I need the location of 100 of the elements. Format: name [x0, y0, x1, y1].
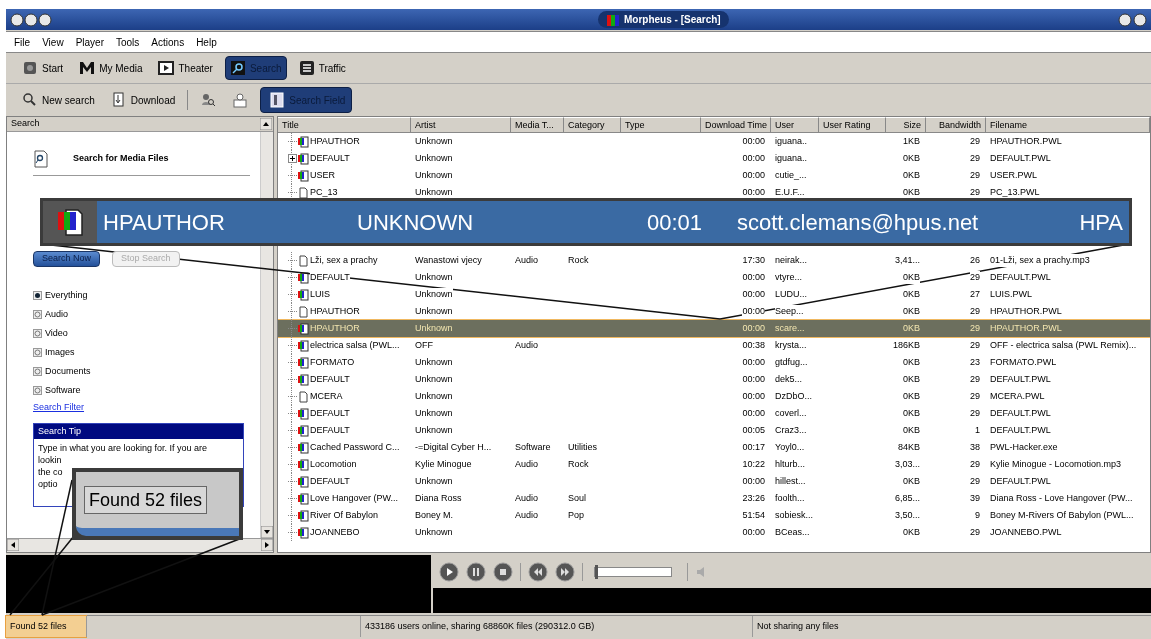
media-file-icon	[297, 509, 309, 522]
table-row[interactable]: HPAUTHOR Unknown 00:00 scare... 0KB 29 HPAUTHOR.PWL	[278, 320, 1150, 337]
column-header[interactable]: Bandwidth	[926, 117, 986, 133]
radio-button[interactable]	[33, 329, 42, 338]
radio-label[interactable]: Software	[45, 383, 81, 398]
media-file-icon	[297, 407, 309, 420]
table-cell: Love Hangover (PW...	[310, 491, 399, 506]
table-cell: cutie_...	[775, 168, 807, 183]
callout-text: HPAUTHOR	[102, 208, 226, 237]
table-cell: Wanastowi vjecy	[415, 253, 482, 268]
table-cell: gtdfug...	[775, 355, 808, 370]
media-file-icon	[297, 152, 309, 165]
callout-text: scott.clemans@hpus.net	[737, 208, 980, 237]
search-icon	[229, 60, 246, 76]
play-button[interactable]	[439, 561, 459, 582]
table-cell: electrica salsa (PWL...	[310, 338, 400, 353]
media-file-icon	[297, 322, 309, 335]
menu-item[interactable]: File	[14, 34, 31, 50]
tip-text: lookin	[38, 453, 63, 466]
table-cell: iguana..	[775, 151, 808, 166]
letter-icon	[79, 60, 96, 76]
pause-button[interactable]	[466, 561, 486, 582]
search-document-icon	[33, 149, 49, 168]
media-file-icon	[297, 373, 309, 386]
media-file-icon	[297, 458, 309, 471]
media-file-icon	[56, 207, 84, 237]
table-cell: OFF - electrica salsa (PWL Remix)...	[990, 338, 1137, 353]
menu-item[interactable]: Help	[196, 34, 217, 50]
table-cell: Yoyl0...	[775, 440, 805, 455]
media-file-icon	[297, 356, 309, 369]
table-cell: Seep...	[775, 304, 804, 319]
column-header[interactable]: User	[771, 117, 819, 133]
status-text: Not sharing any files	[756, 620, 840, 633]
user-search-icon	[200, 92, 217, 108]
column-header[interactable]: Filename	[986, 117, 1150, 133]
radio-button[interactable]	[33, 291, 42, 300]
table-cell: River Of Babylon	[310, 508, 379, 523]
previous-button[interactable]	[528, 561, 548, 582]
toolbar-button[interactable]: Traffic	[294, 56, 350, 80]
magnifier-icon	[22, 92, 38, 108]
toolbar-button[interactable]: My Media	[75, 56, 147, 80]
media-file-icon	[297, 339, 309, 352]
callout-text: 00:01	[647, 208, 704, 237]
lines-icon	[298, 60, 315, 76]
callout-text: HPA	[1078, 208, 1124, 237]
media-file-icon	[297, 288, 309, 301]
radio-label[interactable]: Images	[45, 345, 75, 360]
column-header[interactable]: Title	[278, 117, 411, 133]
user-icon	[232, 92, 249, 108]
column-header[interactable]: Type	[621, 117, 701, 133]
column-header[interactable]: User Rating	[819, 117, 886, 133]
media-file-icon	[297, 441, 309, 454]
search-filter-link[interactable]: Search Filter	[33, 401, 250, 415]
tip-title: Search Tip	[34, 423, 243, 439]
table-cell: Boney M-Rivers Of Babylon (PWL...	[990, 508, 1134, 523]
column-header[interactable]: Size	[886, 117, 926, 133]
media-file-icon	[297, 271, 309, 284]
column-header[interactable]: Artist	[411, 117, 511, 133]
window-title: Morpheus - [Search]	[624, 13, 721, 27]
menu-item[interactable]: Actions	[151, 34, 185, 50]
start-icon	[22, 60, 38, 76]
table-cell: krysta...	[775, 338, 807, 353]
expand-button[interactable]	[288, 154, 297, 163]
radio-button[interactable]	[33, 348, 42, 357]
toolbar-button[interactable]: New search	[18, 87, 99, 113]
media-file-icon	[297, 135, 309, 148]
menu-item[interactable]: Tools	[116, 34, 140, 50]
radio-label[interactable]: Documents	[45, 364, 91, 379]
app-logo-icon	[606, 12, 620, 27]
screen-icon	[158, 60, 175, 76]
tip-text: the co	[38, 465, 64, 478]
column-header[interactable]: Category	[564, 117, 621, 133]
radio-button[interactable]	[33, 367, 42, 376]
menu-item[interactable]: Player	[75, 34, 104, 50]
column-header[interactable]: Download Time	[701, 117, 771, 133]
toolbar-button[interactable]: Start	[18, 56, 68, 80]
next-button[interactable]	[555, 561, 575, 582]
volume-slider[interactable]	[594, 566, 672, 577]
media-file-icon	[297, 492, 309, 505]
bookmark-icon	[269, 92, 286, 108]
table-cell: iguana..	[775, 134, 808, 149]
toolbar-button[interactable]: Theater	[154, 56, 217, 80]
menu-item[interactable]: View	[42, 34, 64, 50]
status-text: 433186 users online, sharing 68860K files (290312.0 GB)	[361, 616, 753, 637]
radio-label[interactable]: Everything	[45, 288, 88, 303]
panel-header: Search	[10, 117, 41, 131]
status-text: Found 52 files	[6, 616, 86, 637]
media-file-icon	[297, 475, 309, 488]
radio-button[interactable]	[33, 310, 42, 319]
column-header[interactable]: Media T...	[511, 117, 564, 133]
table-cell: -=Digital Cyber H...	[415, 440, 492, 455]
radio-button[interactable]	[33, 386, 42, 395]
table-cell: Kylie Minogue - Locomotion.mp3	[990, 457, 1122, 472]
slider-thumb[interactable]	[595, 564, 598, 579]
radio-label[interactable]: Video	[45, 326, 68, 341]
table-cell: Kylie Minogue	[415, 457, 472, 472]
callout-text: UNKNOWN	[357, 208, 475, 237]
toolbar-button[interactable]: Download	[106, 87, 180, 113]
radio-label[interactable]: Audio	[45, 307, 69, 322]
stop-button[interactable]	[493, 561, 513, 582]
